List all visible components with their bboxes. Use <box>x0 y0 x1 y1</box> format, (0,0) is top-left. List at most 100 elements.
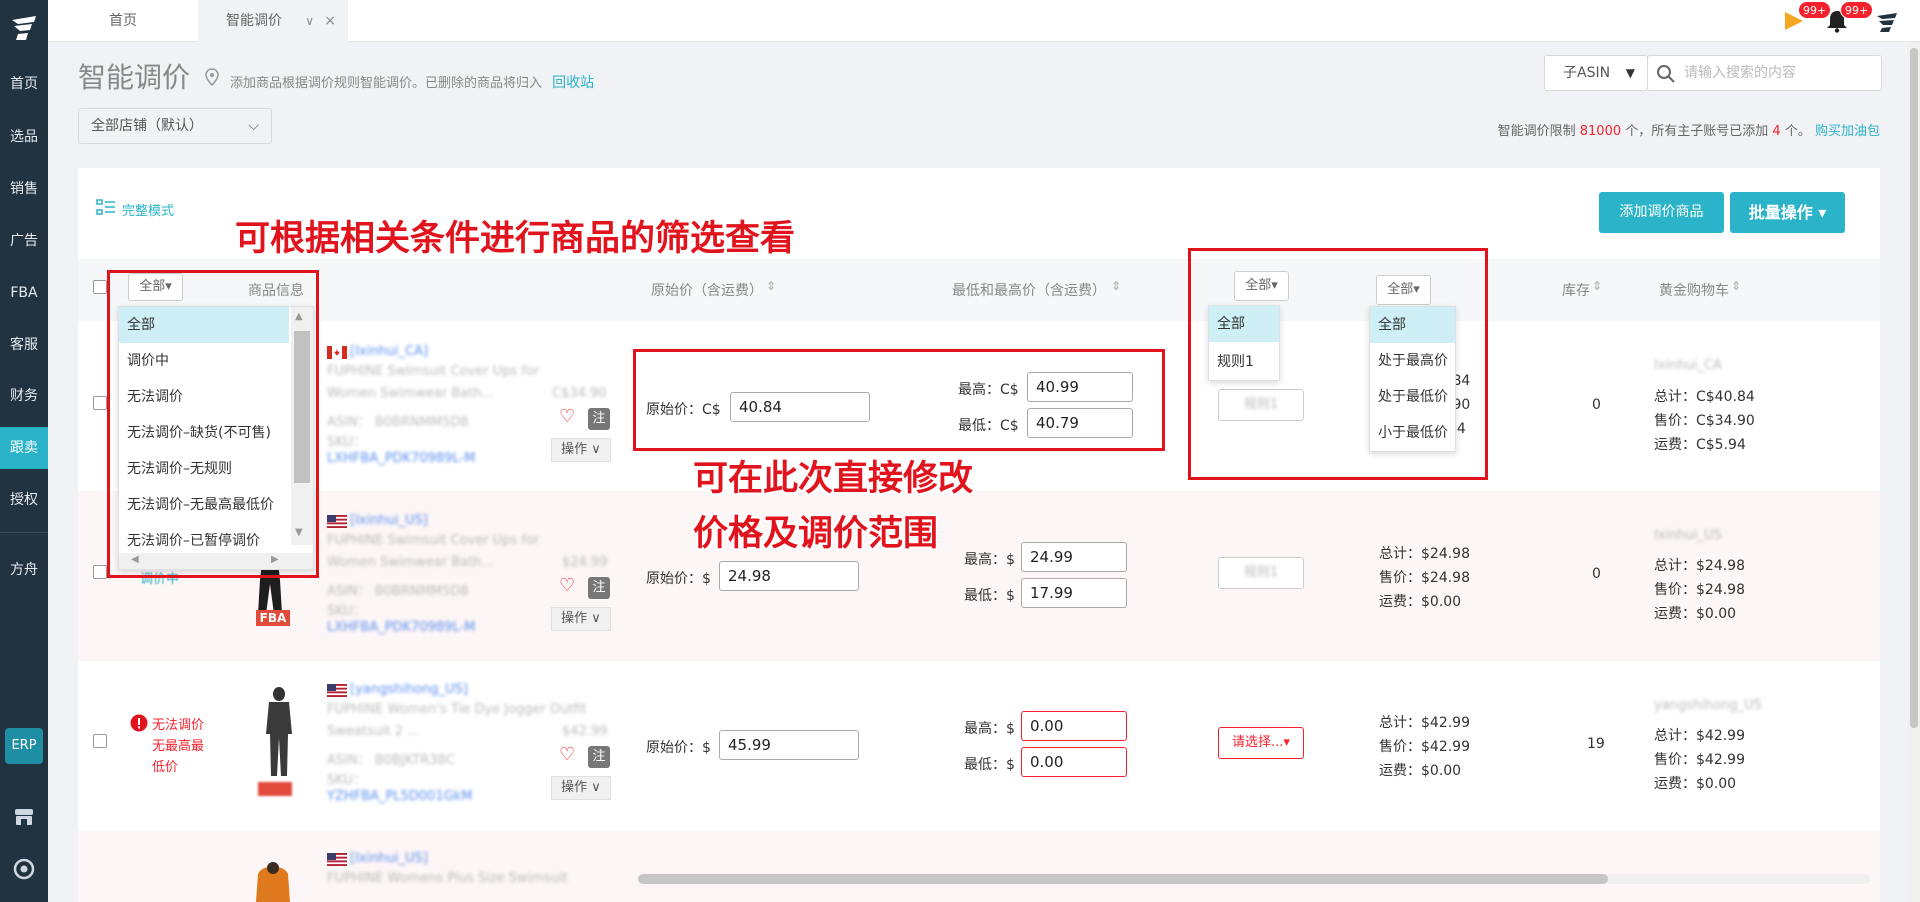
error-icon <box>130 714 148 732</box>
row2-asin[interactable]: ASIN： B0BRNMM5D8 <box>327 580 469 599</box>
row2-title-line2[interactable]: Women Swimwear Bath... <box>327 555 494 570</box>
sidebar-item-auth[interactable]: 授权 <box>0 479 48 521</box>
row2-buybox-price: 售价：$24.98 <box>1654 582 1745 598</box>
sidebar-item-follow-sell[interactable]: 跟卖 <box>0 427 48 469</box>
add-pricing-product-button[interactable]: 添加调价商品 <box>1599 192 1724 233</box>
row3-status-line3: 低价 <box>152 760 179 775</box>
store-select-value: 全部店铺（默认） <box>91 118 203 134</box>
search-input[interactable]: 请输入搜索的内容 <box>1647 55 1882 91</box>
tab-close-icon[interactable]: × <box>324 0 336 42</box>
row3-product-image[interactable] <box>262 686 296 782</box>
sidebar-item-sales[interactable]: 销售 <box>0 168 48 210</box>
favorite-heart-icon[interactable]: ♡ <box>559 406 575 427</box>
note-button[interactable]: 注 <box>588 577 610 599</box>
row1-operation-button[interactable]: 操作 ∨ <box>551 438 611 462</box>
row1-asin[interactable]: ASIN： B0BRNMM5D8 <box>327 411 469 430</box>
row2-min-price-input[interactable]: 17.99 <box>1021 578 1127 608</box>
bell-badge: 99+ <box>1840 1 1874 19</box>
row3-total: 总计：$42.99 <box>1379 715 1470 731</box>
search-type-value: 子ASIN <box>1563 65 1611 81</box>
row2-original-price-input[interactable]: 24.98 <box>719 561 859 591</box>
location-info-icon[interactable] <box>204 68 220 86</box>
tab-home[interactable]: 首页 <box>48 0 198 42</box>
row2-title-line1[interactable]: FUPHINE Swimsuit Cover Ups for <box>327 533 539 548</box>
store-select[interactable]: 全部店铺（默认） ⌵ <box>78 108 272 144</box>
subtitle-text: 添加商品根据调价规则智能调价。已删除的商品将归入 <box>230 76 543 91</box>
support-icon[interactable] <box>12 857 36 881</box>
buy-package-link[interactable]: 购买加油包 <box>1815 124 1880 139</box>
row-checkbox[interactable] <box>93 734 107 748</box>
search-icon <box>1657 65 1675 83</box>
row4-store[interactable]: [Ixinhui_US] <box>350 851 428 866</box>
table-horizontal-scrollbar[interactable] <box>638 874 1870 884</box>
row1-title-line2[interactable]: Women Swimwear Bath... <box>327 386 494 401</box>
col-original-price[interactable]: 原始价（含运费） <box>651 280 763 300</box>
row3-badge <box>258 782 292 796</box>
col-buybox[interactable]: 黄金购物车 <box>1659 280 1729 300</box>
user-avatar-icon[interactable] <box>1874 8 1900 34</box>
favorite-heart-icon[interactable]: ♡ <box>559 575 575 596</box>
row3-store[interactable]: [yangshihong_US] <box>350 682 468 697</box>
sidebar-item-home[interactable]: 首页 <box>0 63 48 105</box>
tab-menu-chevron-icon[interactable]: ∨ <box>305 0 314 42</box>
batch-operation-button[interactable]: 批量操作 ▾ <box>1730 192 1845 233</box>
row4-product-image[interactable] <box>250 860 296 902</box>
row3-title-line1[interactable]: FUPHINE Women's Tie Dye Jogger Outfit <box>327 702 587 717</box>
row1-sku[interactable]: LXHFBA_PDK70989L-M <box>327 451 475 466</box>
row3-rule-select[interactable]: 请选择...▾ <box>1218 727 1304 759</box>
vertical-scroll-thumb[interactable] <box>1910 48 1918 728</box>
select-all-checkbox[interactable] <box>93 280 107 294</box>
annotation-box-price-edit <box>633 349 1165 451</box>
row2-total: 总计：$24.98 <box>1379 546 1470 562</box>
row2-sku[interactable]: LXHFBA_PDK70989L-M <box>327 620 475 635</box>
note-button[interactable]: 注 <box>588 408 610 430</box>
row2-max-price-input[interactable]: 24.99 <box>1021 542 1127 572</box>
tab-home-label: 首页 <box>109 13 137 29</box>
row1-title-line1[interactable]: FUPHINE Swimsuit Cover Ups for <box>327 364 539 379</box>
row3-title-line2[interactable]: Sweatsuit 2 ... <box>327 724 420 739</box>
sort-icon[interactable]: ⇕ <box>1111 279 1121 293</box>
erp-button[interactable]: ERP <box>5 728 43 764</box>
col-stock[interactable]: 库存 <box>1562 280 1590 300</box>
limit-mid: 个，所有主子账号已添加 <box>1625 124 1769 139</box>
row4-title-line1[interactable]: FUPHINE Womens Plus Size Swimsuit <box>327 871 568 886</box>
sort-icon[interactable]: ⇕ <box>1731 279 1741 293</box>
sort-icon[interactable]: ⇕ <box>1592 279 1602 293</box>
row3-sku[interactable]: YZHFBA_PL5D001GkM <box>327 789 472 804</box>
sidebar-item-ads[interactable]: 广告 <box>0 220 48 262</box>
sidebar-item-service[interactable]: 客服 <box>0 324 48 366</box>
page-vertical-scrollbar[interactable] <box>1908 42 1920 902</box>
row2-operation-button[interactable]: 操作 ∨ <box>551 607 611 631</box>
row2-buybox-ship: 运费：$0.00 <box>1654 606 1737 622</box>
recycle-bin-link[interactable]: 回收站 <box>552 75 594 91</box>
row3-min-price-input[interactable]: 0.00 <box>1021 747 1127 777</box>
col-min-max-price[interactable]: 最低和最高价（含运费） <box>952 280 1106 300</box>
sidebar-item-finance[interactable]: 财务 <box>0 375 48 417</box>
horizontal-scroll-thumb[interactable] <box>638 874 1608 884</box>
sidebar: 首页 选品 销售 广告 FBA 客服 财务 跟卖 授权 方舟 ERP <box>0 0 48 902</box>
row1-store[interactable]: [Ixinhui_CA] <box>350 344 428 359</box>
row3-operation-button[interactable]: 操作 ∨ <box>551 776 611 800</box>
sidebar-item-selection[interactable]: 选品 <box>0 116 48 158</box>
row2-store[interactable]: [Ixinhui_US] <box>350 513 428 528</box>
sidebar-item-ark[interactable]: 方舟 <box>0 549 48 591</box>
search-type-select[interactable]: 子ASIN ▼ <box>1544 55 1648 91</box>
row3-original-price-input[interactable]: 45.99 <box>719 730 859 760</box>
row2-rule-select[interactable]: 规则1 <box>1218 557 1304 589</box>
row3-price: 售价：$42.99 <box>1379 739 1470 755</box>
store-icon[interactable] <box>12 805 36 829</box>
page-title: 智能调价 <box>78 61 191 94</box>
row3-buybox-total: 总计：$42.99 <box>1654 728 1745 744</box>
row3-status-line1: 无法调价 <box>152 718 205 733</box>
tab-smart-pricing[interactable]: 智能调价 ∨ × <box>198 0 348 42</box>
row3-asin[interactable]: ASIN： B0BJKTR38C <box>327 749 455 768</box>
row-checkbox[interactable] <box>93 396 107 410</box>
sort-icon[interactable]: ⇕ <box>766 279 776 293</box>
note-button[interactable]: 注 <box>588 746 610 768</box>
sidebar-item-fba[interactable]: FBA <box>0 272 48 314</box>
app-logo-icon[interactable] <box>8 12 40 44</box>
row2-price: 售价：$24.98 <box>1379 570 1470 586</box>
favorite-heart-icon[interactable]: ♡ <box>559 744 575 765</box>
row-checkbox[interactable] <box>93 565 107 579</box>
row3-max-price-input[interactable]: 0.00 <box>1021 711 1127 741</box>
